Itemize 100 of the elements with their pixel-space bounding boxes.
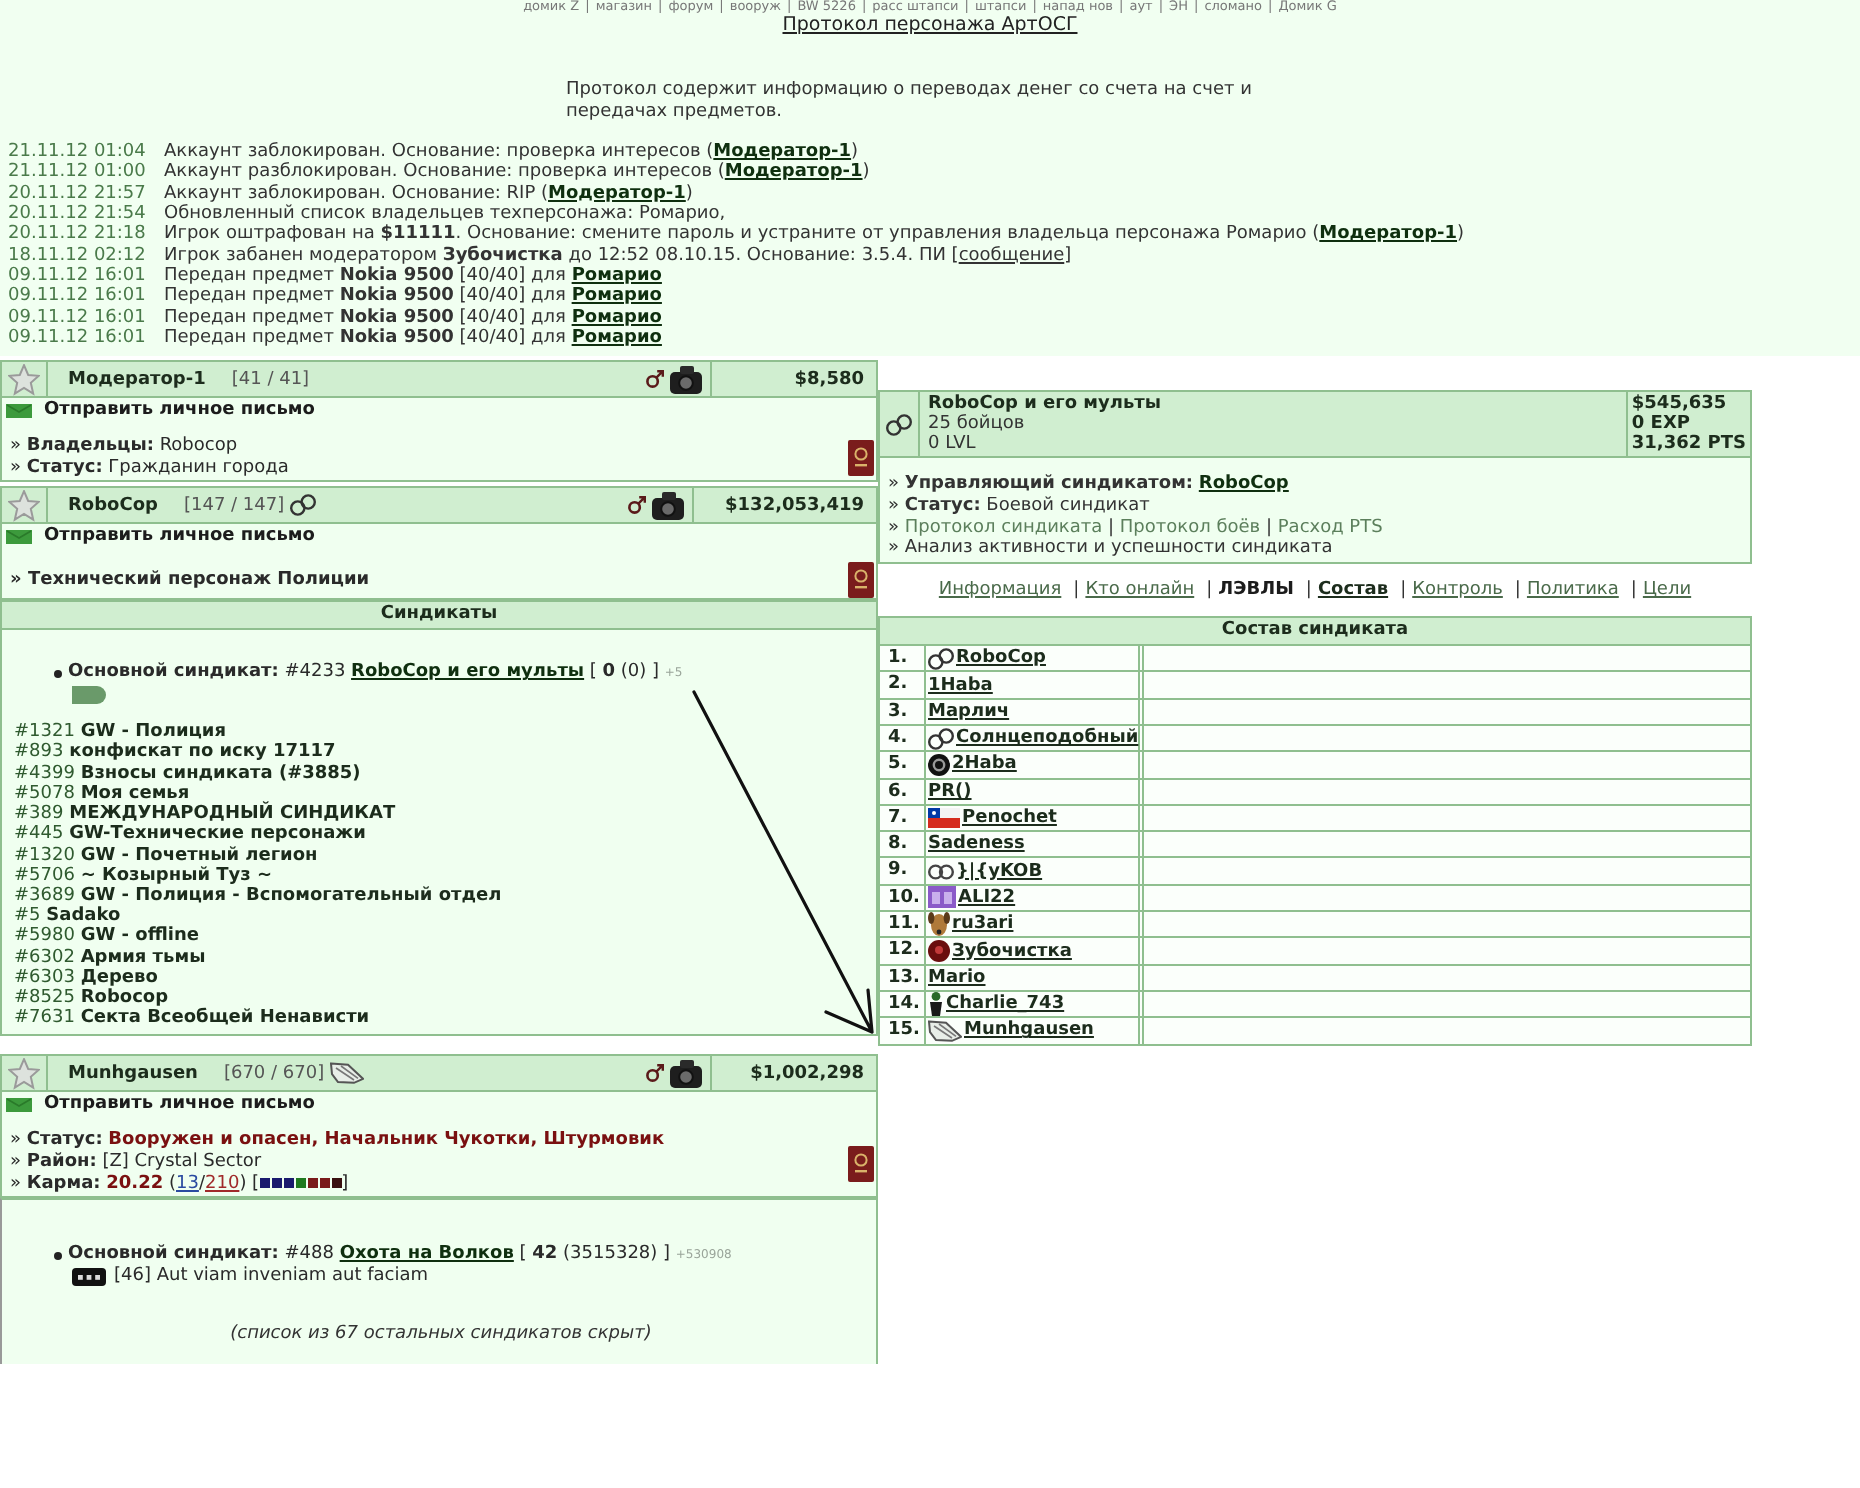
syndicate-entry[interactable]: #4399 Взносы синдиката (#3885)	[14, 763, 868, 784]
row-number: 8.	[880, 832, 926, 857]
row-number: 9.	[880, 858, 926, 884]
member-link[interactable]: Зубочистка	[952, 939, 1072, 963]
log-message: Аккаунт заблокирован. Основание: проверка интересов (Модератор-1)	[164, 142, 861, 162]
syndicate-link[interactable]: RoboCop и его мульты	[351, 662, 585, 683]
log-time: 09.11.12 16:01	[8, 286, 148, 308]
syndicate-entry[interactable]: #389 МЕЖДУНАРОДНЫЙ СИНДИКАТ	[14, 804, 868, 825]
user-link[interactable]: Ромарио	[571, 265, 662, 286]
member-link[interactable]: RoboCop	[956, 646, 1046, 671]
handcuffs-icon	[886, 413, 912, 436]
syndicate-entry[interactable]: #893 конфискат по иску 17117	[14, 742, 868, 764]
handcuffs-icon	[290, 494, 317, 517]
exp-text: 0 EXP	[1631, 414, 1690, 435]
user-link[interactable]: Модератор-1	[548, 183, 686, 204]
row-number: 6.	[880, 779, 926, 804]
user-link[interactable]: Ромарио	[571, 286, 662, 307]
syndicate-entry[interactable]: #5078 Моя семья	[14, 783, 868, 805]
syndicate-entry[interactable]: #5980 GW - offline	[14, 926, 868, 948]
info-line: » Статус: Боевой синдикат	[888, 495, 1152, 518]
tab[interactable]: Кто онлайн	[1085, 580, 1195, 601]
info-line: » Карма: 20.22 (13/210) [ ]	[10, 1174, 351, 1197]
separator: |	[1206, 580, 1213, 601]
character-name[interactable]: Модератор-1	[68, 369, 206, 390]
user-link[interactable]: Ромарио	[571, 307, 662, 328]
separator: |	[1630, 580, 1637, 601]
row-number: 13.	[880, 965, 926, 990]
log-time: 20.11.12 21:57	[8, 183, 148, 204]
link[interactable]: RoboCop	[1198, 474, 1289, 495]
member-link[interactable]: ru3ari	[952, 912, 1014, 937]
log-time: 18.11.12 02:12	[8, 245, 148, 266]
log-message: Игрок оштрафован на $11111. Основание: смените пароль и устраните от управления владельца персонажа Ромарио (Модератор-1)	[164, 224, 1465, 245]
male-sign-icon	[627, 496, 646, 515]
health-text: [670 / 670]	[223, 1063, 325, 1084]
hidden-list-note: (список из 67 остальных синдикатов скрыт)	[228, 1324, 654, 1345]
member-link[interactable]: ALI22	[958, 885, 1016, 910]
tab[interactable]: Информация	[938, 580, 1062, 601]
link[interactable]: 210	[205, 1174, 240, 1195]
separator: |	[1305, 580, 1312, 601]
handcuffs-icon	[928, 647, 954, 670]
member-link[interactable]: Mario	[928, 965, 986, 990]
log-message: Обновленный список владельцев техперсонажа: Ромарио,	[164, 203, 728, 224]
user-link[interactable]: Ромарио	[571, 327, 662, 348]
info-line: » Владельцы: Robocop	[10, 436, 240, 458]
log-time: 09.11.12 16:01	[8, 307, 148, 328]
member-link[interactable]: Солнцеподобный	[956, 726, 1139, 751]
camera-icon	[670, 1059, 702, 1088]
user-link[interactable]: сообщение	[958, 245, 1065, 266]
tab[interactable]: Контроль	[1412, 580, 1503, 601]
syndicate-entry[interactable]: #7631 Секта Всеобщей Ненависти	[14, 1008, 868, 1029]
member-link[interactable]: Марлич	[928, 699, 1010, 724]
member-link[interactable]: Charlie_743	[946, 992, 1065, 1017]
row-number: 4.	[880, 725, 926, 751]
user-link[interactable]: Модератор-1	[1319, 224, 1458, 245]
tag-icon	[72, 685, 106, 704]
member-link[interactable]: PR()	[928, 779, 972, 804]
camera-icon	[670, 365, 702, 394]
syndicate-entry[interactable]: #8525 Robocop	[14, 987, 868, 1009]
syndicate-entry[interactable]: #6302 Армия тьмы	[14, 947, 868, 968]
male-sign-icon	[646, 1064, 664, 1083]
row-number: 7.	[880, 805, 926, 831]
tile-icon	[928, 886, 956, 909]
tab[interactable]: ЛЭВЛЫ	[1218, 580, 1294, 601]
member-link[interactable]: Sadeness	[928, 832, 1025, 857]
member-link[interactable]: 1Haba	[928, 673, 993, 698]
link[interactable]: 13	[176, 1174, 199, 1195]
link[interactable]: Протокол синдиката	[904, 517, 1103, 538]
health-text: [41 / 41]	[231, 369, 310, 390]
syndicate-entry[interactable]: #3689 GW - Полиция - Вспомогательный отдел	[14, 885, 868, 907]
tab[interactable]: Политика	[1526, 580, 1619, 601]
level-text: 0 LVL	[928, 434, 978, 455]
member-link[interactable]: Penochet	[962, 806, 1057, 831]
send-message-link[interactable]: Отправить личное письмо	[44, 526, 315, 547]
info-line: » Статус: Гражданин города	[10, 458, 291, 481]
character-name[interactable]: RoboCop	[68, 495, 158, 516]
character-name[interactable]: Munhgausen	[68, 1063, 198, 1084]
money-text: $545,635	[1631, 394, 1729, 415]
user-link[interactable]: Модератор-1	[713, 142, 852, 162]
star-icon	[8, 1057, 40, 1090]
tab[interactable]: Цели	[1642, 580, 1692, 601]
syndicate-entry[interactable]: #6303 Дерево	[14, 967, 868, 988]
syndicate-entry[interactable]: #445 GW-Технические персонажи	[14, 824, 868, 845]
log-time: 21.11.12 01:04	[8, 142, 148, 162]
member-link[interactable]: 2Haba	[952, 752, 1017, 777]
link[interactable]: Расход PTS	[1277, 517, 1383, 538]
link[interactable]: Протокол боёв	[1119, 517, 1261, 538]
user-link[interactable]: Модератор-1	[724, 162, 863, 183]
syndicate-link[interactable]: Охота на Волков	[339, 1244, 514, 1265]
page-title-link[interactable]: Протокол персонажа АртОСГ	[782, 14, 1078, 36]
syndicate-entry[interactable]: #5 Sadako	[14, 906, 868, 927]
syndicate-entry[interactable]: #5706 ~ Козырный Туз ~	[14, 865, 868, 886]
send-message-link[interactable]: Отправить личное письмо	[44, 1094, 315, 1115]
tab[interactable]: Состав	[1317, 580, 1389, 601]
syndicate-entry[interactable]: #1321 GW - Полиция	[14, 722, 868, 743]
syndicate-entry[interactable]: #1320 GW - Почетный легион	[14, 845, 868, 866]
send-message-link[interactable]: Отправить личное письмо	[44, 400, 315, 421]
log-time: 09.11.12 16:01	[8, 327, 148, 349]
member-link[interactable]: Munhgausen	[964, 1018, 1094, 1043]
star-icon	[8, 489, 40, 522]
member-link[interactable]: }|{yKOB	[956, 859, 1043, 884]
